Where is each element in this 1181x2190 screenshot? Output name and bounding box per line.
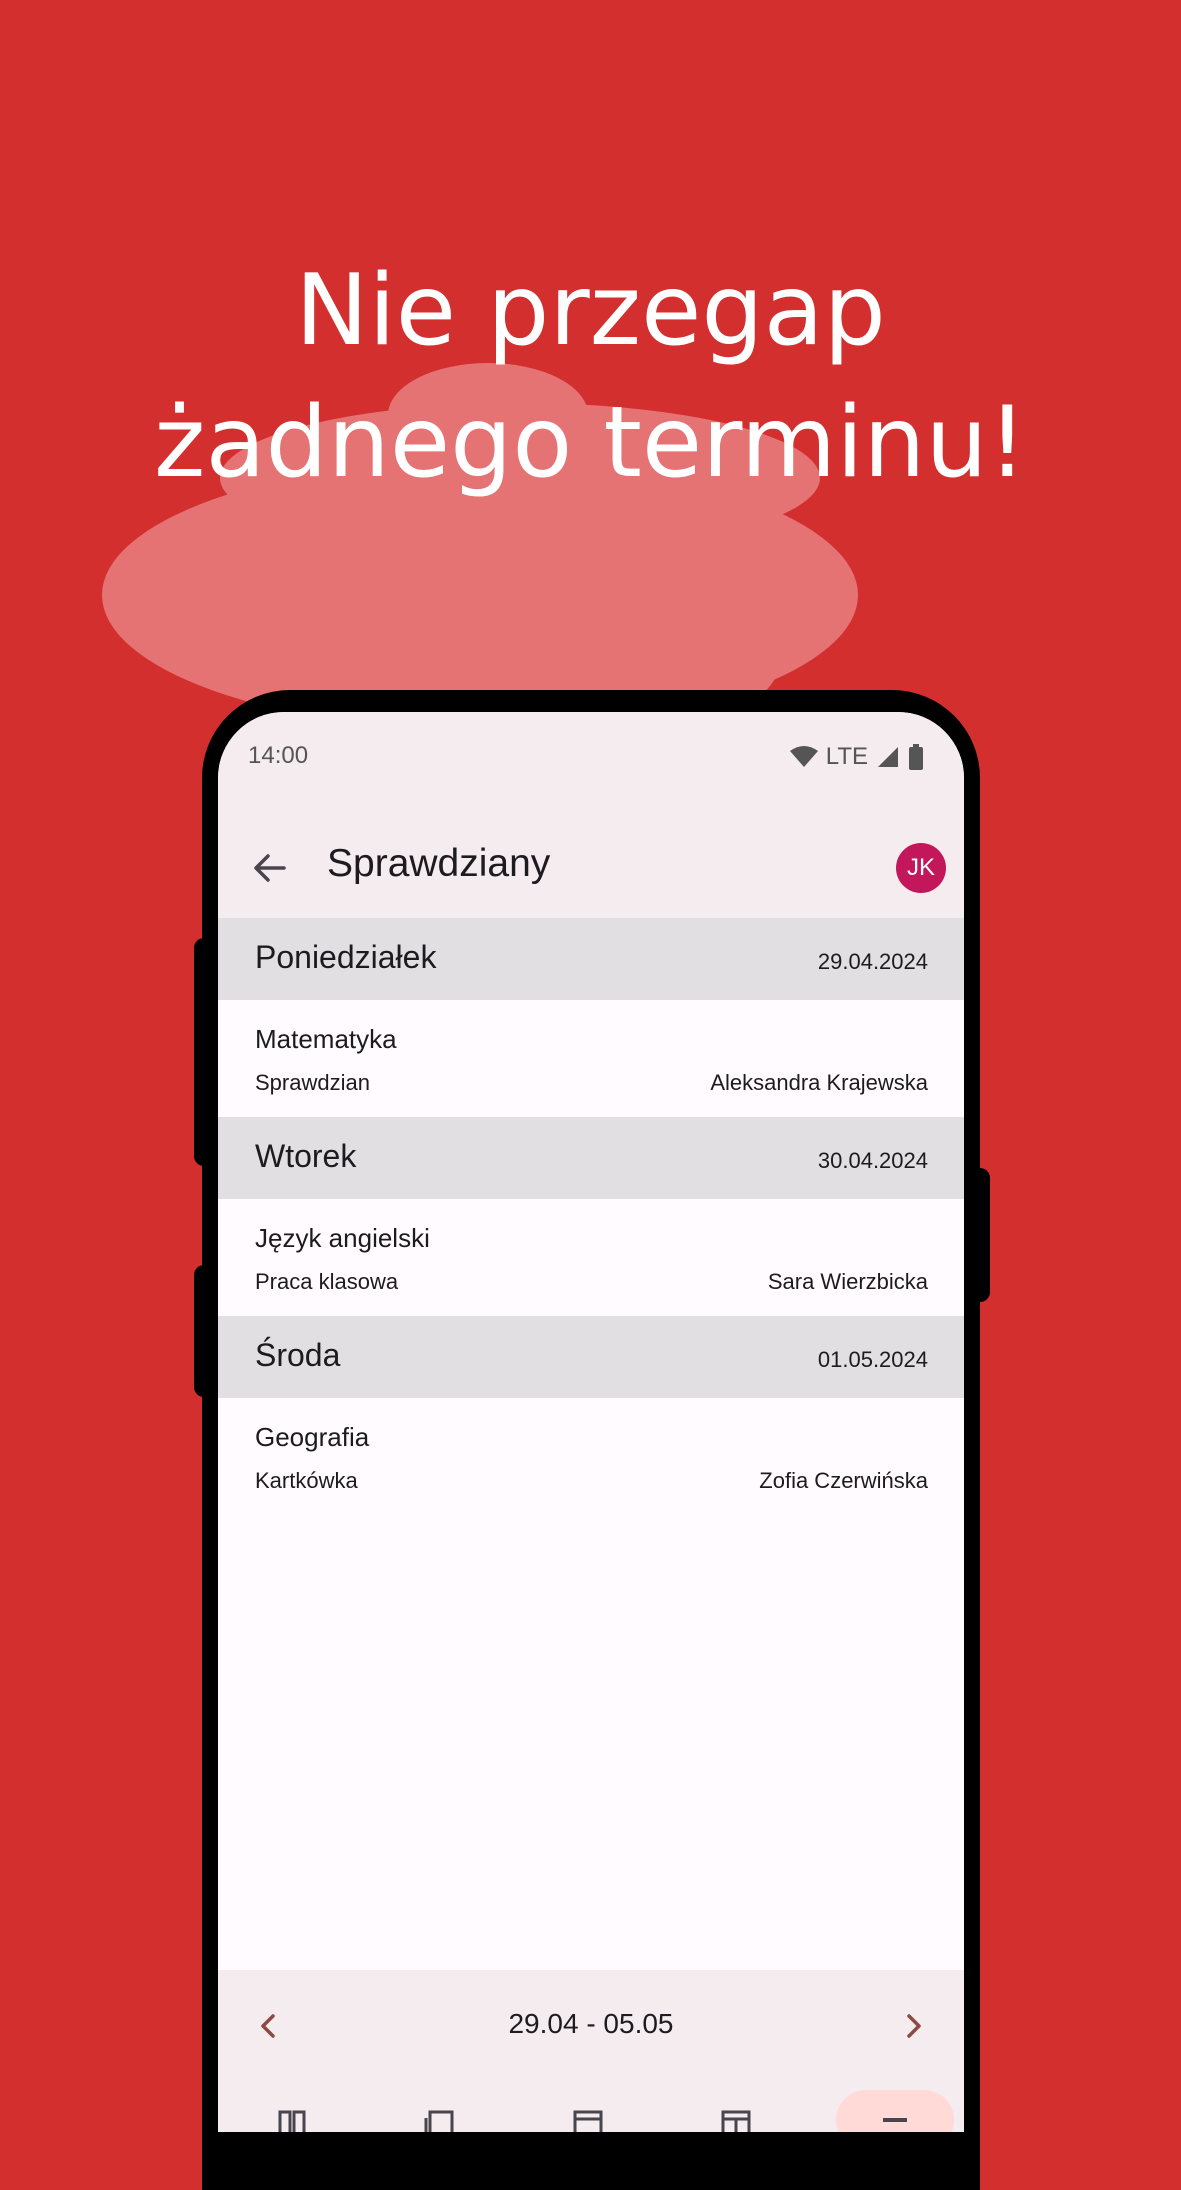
page-title: Sprawdziany: [327, 842, 551, 885]
phone-screen: 14:00 LTE Sprawdziany JK Poniedziałek 29…: [218, 712, 964, 2132]
exam-type: Praca klasowa: [255, 1269, 399, 1294]
day-name: Środa: [255, 1337, 341, 1373]
exam-item[interactable]: Matematyka Sprawdzian Aleksandra Krajews…: [218, 1000, 964, 1117]
exam-item[interactable]: Geografia Kartkówka Zofia Czerwińska: [218, 1398, 964, 1515]
network-label: LTE: [825, 743, 868, 770]
exam-subject: Matematyka: [255, 1024, 397, 1054]
exam-teacher: Aleksandra Krajewska: [710, 1070, 928, 1095]
day-name: Poniedziałek: [255, 939, 437, 975]
headline: Nie przegap żadnego terminu!: [0, 245, 1181, 509]
day-date: 29.04.2024: [817, 949, 928, 974]
exam-type: Kartkówka: [255, 1468, 358, 1493]
arrow-back-icon[interactable]: [248, 846, 292, 890]
headline-line-2: żadnego terminu!: [154, 386, 1027, 500]
avatar[interactable]: JK: [896, 843, 946, 893]
exam-teacher: Sara Wierzbicka: [767, 1269, 928, 1294]
exam-item[interactable]: Język angielski Praca klasowa Sara Wierz…: [218, 1199, 964, 1316]
day-header: Środa 01.05.2024: [218, 1316, 964, 1398]
week-navigation: 29.04 - 05.05: [218, 1970, 964, 2082]
chevron-right-icon[interactable]: [894, 2006, 934, 2046]
exam-teacher: Zofia Czerwińska: [759, 1468, 928, 1493]
wifi-icon: [789, 746, 818, 767]
exam-subject: Geografia: [255, 1422, 370, 1452]
day-header: Wtorek 30.04.2024: [218, 1117, 964, 1199]
day-date: 30.04.2024: [817, 1148, 928, 1173]
bottom-navigation: [218, 2082, 964, 2132]
day-name: Wtorek: [255, 1138, 357, 1174]
status-time: 14:00: [248, 742, 309, 769]
app-bar: Sprawdziany JK: [218, 802, 964, 930]
week-range-label: 29.04 - 05.05: [508, 2008, 674, 2039]
day-header: Poniedziałek 29.04.2024: [218, 918, 964, 1000]
status-bar: 14:00 LTE: [218, 712, 964, 802]
exam-type: Sprawdzian: [255, 1070, 370, 1095]
exam-list: Poniedziałek 29.04.2024 Matematyka Spraw…: [218, 918, 964, 1515]
headline-line-1: Nie przegap: [295, 254, 886, 368]
status-icons: LTE: [789, 740, 924, 774]
cell-signal-icon: [878, 747, 898, 767]
exam-subject: Język angielski: [255, 1223, 430, 1253]
day-date: 01.05.2024: [817, 1347, 928, 1372]
battery-icon: [909, 744, 923, 770]
